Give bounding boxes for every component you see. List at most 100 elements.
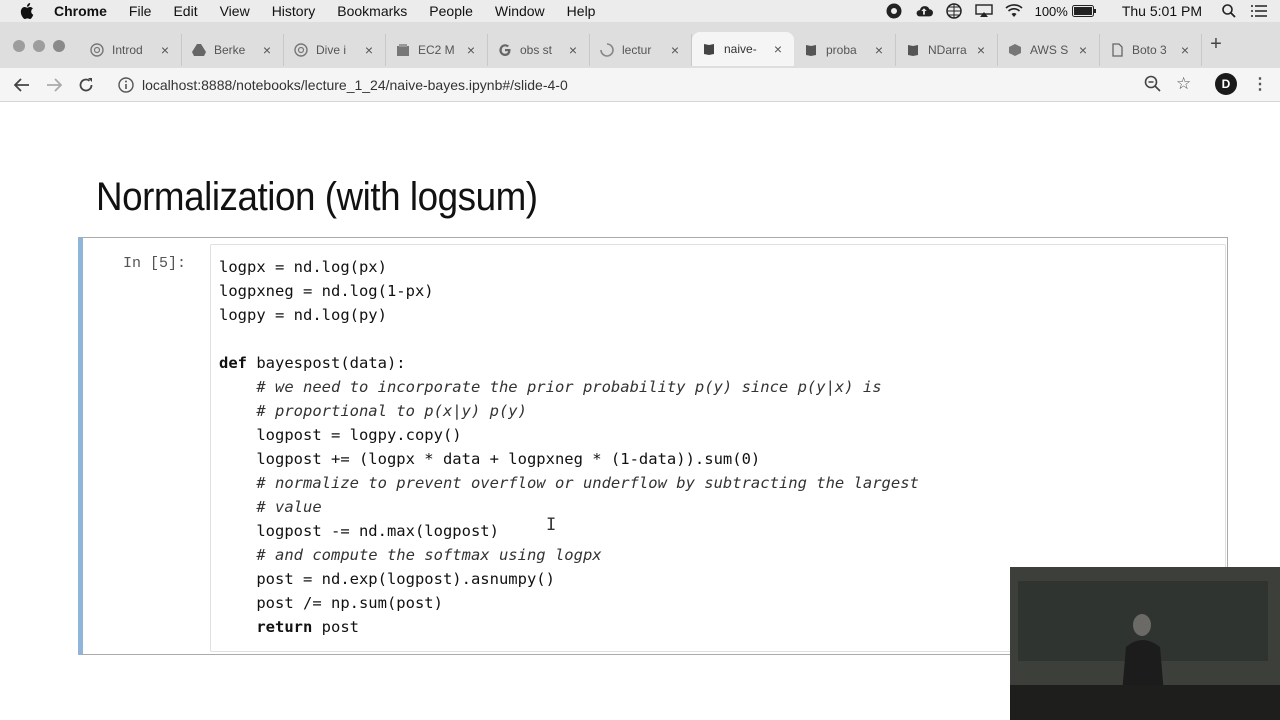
tab-strip: Introd × Berke × Dive i × EC2 M × obs st… [0, 22, 1280, 68]
tab-introd[interactable]: Introd × [80, 34, 182, 66]
tab-title: Dive i [316, 43, 347, 57]
google-icon [499, 44, 511, 56]
code-line: post = nd.exp(logpost).asnumpy() [219, 570, 555, 588]
tab-close-icon[interactable]: × [1179, 42, 1191, 58]
code-line: # value [219, 498, 322, 516]
globe-icon[interactable] [945, 3, 963, 19]
clock[interactable]: Thu 5:01 PM [1122, 3, 1202, 19]
tab-title: AWS S [1030, 43, 1069, 57]
tab-close-icon[interactable]: × [669, 42, 681, 58]
tab-list: Introd × Berke × Dive i × EC2 M × obs st… [80, 32, 1202, 68]
address-bar[interactable]: localhost:8888/notebooks/lecture_1_24/na… [110, 71, 1200, 99]
airplay-icon[interactable] [974, 4, 993, 18]
desk [1010, 685, 1280, 720]
back-arrow-icon [14, 78, 29, 92]
battery-icon[interactable] [1071, 4, 1096, 18]
menu-window[interactable]: Window [495, 3, 545, 19]
box-icon [397, 44, 409, 56]
tab-lectur[interactable]: lectur × [590, 34, 692, 66]
bookmark-star-icon[interactable]: ☆ [1176, 74, 1191, 94]
forward-arrow-icon [47, 78, 62, 92]
forward-button[interactable] [43, 74, 65, 96]
code-line: logpost += (logpx * data + logpxneg * (1… [219, 450, 761, 468]
text-cursor-icon: I [546, 515, 557, 535]
battery-percent: 100% [1034, 3, 1068, 19]
code-line: logpost -= nd.max(logpost) [219, 522, 499, 540]
spotlight-search-icon[interactable] [1220, 4, 1238, 18]
url-text[interactable]: localhost:8888/notebooks/lecture_1_24/na… [142, 77, 568, 93]
code-line: logpost = logpy.copy() [219, 426, 462, 444]
reload-icon [79, 78, 93, 92]
tab-close-icon[interactable]: × [261, 42, 273, 58]
menu-bookmarks[interactable]: Bookmarks [337, 3, 407, 19]
tab-close-icon[interactable]: × [363, 42, 375, 58]
tab-aws[interactable]: AWS S × [998, 34, 1100, 66]
menu-help[interactable]: Help [567, 3, 596, 19]
info-icon[interactable] [118, 77, 134, 93]
notebook-icon [806, 45, 816, 56]
code-block[interactable]: logpx = nd.log(px) logpxneg = nd.log(1-px… [219, 255, 919, 639]
notebook-icon [704, 44, 714, 55]
notebook-icon [908, 45, 918, 56]
tab-close-icon[interactable]: × [159, 42, 171, 58]
menu-history[interactable]: History [272, 3, 316, 19]
new-tab-button[interactable]: + [1206, 34, 1226, 54]
loading-icon [600, 43, 614, 57]
code-line: logpx = nd.log(px) [219, 258, 387, 276]
tab-proba[interactable]: proba × [794, 34, 896, 66]
tab-berke[interactable]: Berke × [182, 34, 284, 66]
slide-title: Normalization (with logsum) [96, 175, 538, 219]
webcam-video [1010, 567, 1280, 720]
apple-icon[interactable] [20, 3, 34, 19]
tab-ndarra[interactable]: NDarra × [896, 34, 998, 66]
menu-people[interactable]: People [429, 3, 473, 19]
profile-avatar[interactable]: D [1215, 73, 1237, 95]
browser-toolbar: localhost:8888/notebooks/lecture_1_24/na… [0, 68, 1280, 102]
code-line: # proportional to p(x|y) p(y) [219, 402, 527, 420]
camera-icon[interactable] [885, 3, 903, 19]
zoom-icon[interactable] [1144, 75, 1162, 93]
window-zoom-button[interactable] [53, 40, 65, 52]
tab-title: naive- [724, 42, 757, 56]
code-line: return post [256, 618, 359, 636]
tab-title: proba [826, 43, 857, 57]
tab-title: NDarra [928, 43, 967, 57]
cell-prompt: In [5]: [123, 255, 187, 272]
globe-icon [90, 43, 104, 57]
chrome-menu-icon[interactable]: ⋮ [1252, 74, 1268, 94]
tab-naive-bayes[interactable]: naive- × [692, 32, 794, 66]
tab-close-icon[interactable]: × [975, 42, 987, 58]
tab-boto[interactable]: Boto 3 × [1100, 34, 1202, 66]
tab-close-icon[interactable]: × [567, 42, 579, 58]
menu-file[interactable]: File [129, 3, 152, 19]
menu-edit[interactable]: Edit [173, 3, 197, 19]
window-close-button[interactable] [13, 40, 25, 52]
code-line: # normalize to prevent overflow or under… [219, 474, 919, 492]
page-icon [1112, 43, 1123, 57]
tab-ec2[interactable]: EC2 M × [386, 34, 488, 66]
code-line: # and compute the softmax using logpx [219, 546, 602, 564]
tab-dive[interactable]: Dive i × [284, 34, 386, 66]
menu-bar: Chrome File Edit View History Bookmarks … [0, 0, 1280, 22]
cloud-upload-icon[interactable] [915, 4, 933, 18]
tab-close-icon[interactable]: × [465, 42, 477, 58]
tab-close-icon[interactable]: × [1077, 42, 1089, 58]
tab-close-icon[interactable]: × [772, 41, 784, 57]
tab-close-icon[interactable]: × [873, 42, 885, 58]
back-button[interactable] [11, 74, 33, 96]
reload-button[interactable] [75, 74, 97, 96]
tab-obs[interactable]: obs st × [488, 34, 590, 66]
code-line: def bayespost(data): [219, 354, 406, 372]
tab-title: Boto 3 [1132, 43, 1167, 57]
code-line: logpxneg = nd.log(1-px) [219, 282, 434, 300]
drive-icon [192, 44, 206, 56]
tab-title: Introd [112, 43, 143, 57]
menu-app-name[interactable]: Chrome [54, 3, 107, 19]
window-minimize-button[interactable] [33, 40, 45, 52]
code-line: logpy = nd.log(py) [219, 306, 387, 324]
notification-center-icon[interactable] [1250, 4, 1268, 18]
wifi-icon[interactable] [1005, 4, 1023, 18]
tab-title: obs st [520, 43, 553, 57]
menu-view[interactable]: View [220, 3, 250, 19]
